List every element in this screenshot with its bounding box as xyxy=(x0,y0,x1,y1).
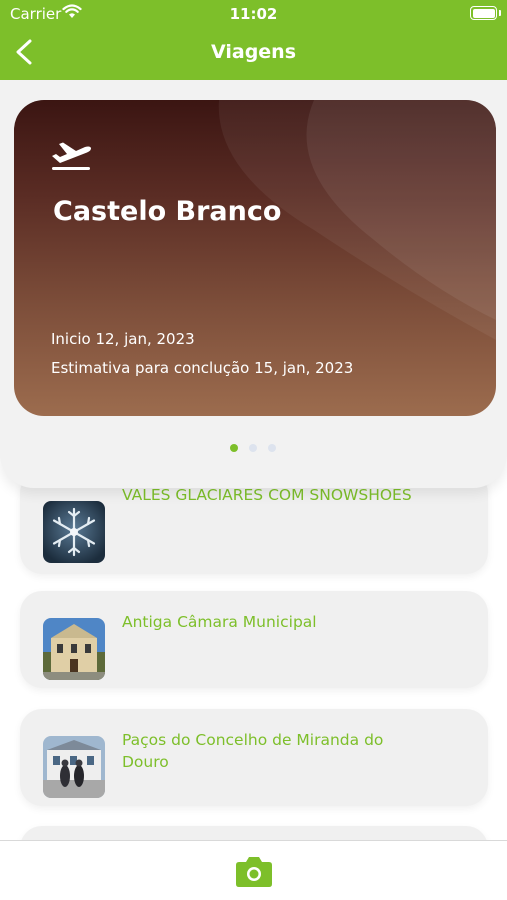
trip-city: Castelo Branco xyxy=(53,196,282,227)
status-time: 11:02 xyxy=(229,5,278,23)
snowflake-thumbnail xyxy=(43,501,105,563)
page-title: Viagens xyxy=(210,41,297,63)
battery-icon xyxy=(470,6,497,20)
status-bar: Carrier 11:02 xyxy=(0,0,507,28)
list-item-title: Antiga Câmara Municipal xyxy=(122,613,317,631)
trip-card[interactable]: Castelo Branco Inicio 12, jan, 2023 Esti… xyxy=(14,100,496,416)
camera-button[interactable] xyxy=(235,854,273,888)
list-item-title: Paços do Concelho de Miranda do Douro xyxy=(122,731,384,771)
list-item[interactable] xyxy=(20,826,488,840)
trip-carousel[interactable]: Castelo Branco Inicio 12, jan, 2023 Esti… xyxy=(0,80,507,488)
navigation-header: Carrier 11:02 Viagens xyxy=(0,0,507,80)
trip-start-date: Inicio 12, jan, 2023 xyxy=(51,330,195,348)
bottom-tab-bar xyxy=(0,840,507,900)
battery-tip xyxy=(499,10,501,16)
page-dot-1[interactable] xyxy=(230,444,238,452)
town-hall-thumbnail xyxy=(43,736,105,798)
list-item[interactable]: Antiga Câmara Municipal xyxy=(20,591,488,688)
camera-icon xyxy=(236,857,272,887)
main-content[interactable]: VALES GLACIARES COM SNOWSHOES Antiga Câm… xyxy=(0,80,507,840)
trip-estimated-completion: Estimativa para conclução 15, jan, 2023 xyxy=(51,359,354,377)
list-item[interactable]: Paços do Concelho de Miranda do Douro xyxy=(20,709,488,806)
building-thumbnail xyxy=(43,618,105,680)
page-dot-3[interactable] xyxy=(268,444,276,452)
page-dot-2[interactable] xyxy=(249,444,257,452)
airplane-takeoff-icon xyxy=(52,142,92,170)
